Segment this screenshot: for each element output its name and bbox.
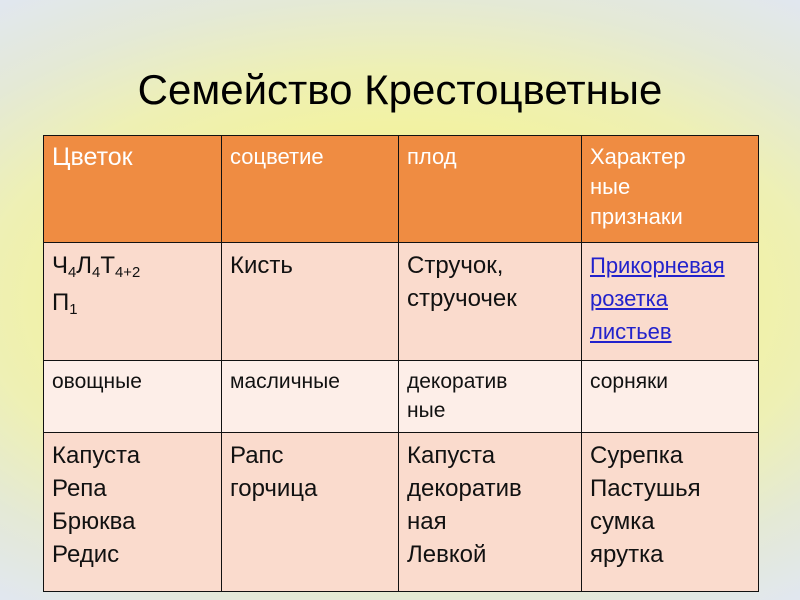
- cell-examples-ornamental: Капуста декоратив ная Левкой: [398, 432, 582, 592]
- column-header-features: Характер ные признаки: [581, 135, 759, 243]
- formula-part-calyx: Ч4: [52, 252, 77, 282]
- column-header-flower: Цветок: [43, 135, 222, 243]
- cell-examples-vegetable: Капуста Репа Брюква Редис: [43, 432, 222, 592]
- family-characteristics-table: Цветок соцветие плод Характер ные призна…: [43, 135, 759, 592]
- formula-sub-corolla: 4: [92, 265, 101, 282]
- slide-canvas: Семейство Крестоцветные Цветок соцветие …: [0, 0, 800, 600]
- formula-part-corolla: Л4: [76, 252, 101, 282]
- page-title: Семейство Крестоцветные: [137, 66, 663, 114]
- cell-usage-ornamental: декоратив ные: [398, 360, 582, 433]
- cell-inflorescence-type: Кисть: [221, 242, 399, 361]
- cell-examples-weeds: Сурепка Пастушья сумка ярутка: [581, 432, 759, 592]
- formula-sub-stamens: 4+2: [114, 265, 141, 282]
- formula-sub-calyx: 4: [68, 265, 77, 282]
- characteristic-feature-link[interactable]: Прикорневая розетка листьев: [590, 253, 725, 344]
- table-row: овощные масличные декоратив ные сорняки: [43, 360, 759, 433]
- formula-part-pistil: П1: [52, 289, 78, 319]
- cell-usage-oilseed: масличные: [221, 360, 399, 433]
- title-block: Семейство Крестоцветные: [0, 36, 800, 144]
- cell-fruit-type: Стручок, стручочек: [398, 242, 582, 361]
- column-header-fruit: плод: [398, 135, 582, 243]
- formula-sub-pistil: 1: [69, 302, 78, 319]
- column-header-inflorescence: соцветие: [221, 135, 399, 243]
- table-row: Ч4Л4Т4+2 П1 Кисть Стручок, стручочек При…: [43, 242, 759, 361]
- cell-usage-weeds: сорняки: [581, 360, 759, 433]
- table-row: Капуста Репа Брюква Редис Рапс горчица К…: [43, 432, 759, 592]
- cell-examples-oilseed: Рапс горчица: [221, 432, 399, 592]
- cell-characteristic-features: Прикорневая розетка листьев: [581, 242, 759, 361]
- table-header-row: Цветок соцветие плод Характер ные призна…: [43, 135, 759, 243]
- cell-flower-formula: Ч4Л4Т4+2 П1: [43, 242, 222, 361]
- formula-part-stamens: Т4+2: [100, 252, 141, 282]
- cell-usage-vegetable: овощные: [43, 360, 222, 433]
